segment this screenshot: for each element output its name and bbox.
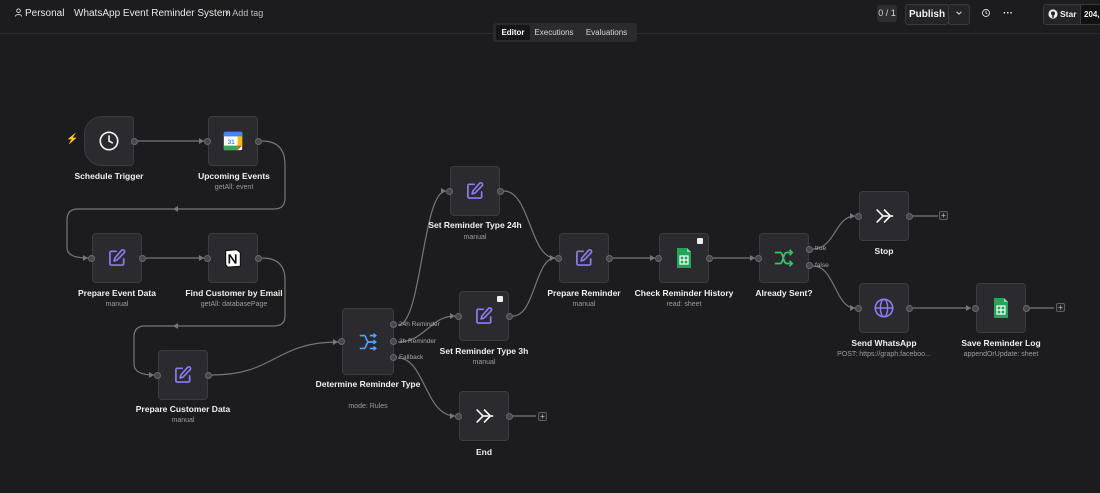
switch-icon [359, 332, 377, 351]
output-port-3h[interactable] [390, 338, 397, 345]
node-label: Save Reminder Log [961, 338, 1041, 348]
pin-icon [497, 296, 503, 302]
output-port[interactable] [506, 313, 513, 320]
node-find-customer[interactable] [208, 233, 258, 283]
output-port-false[interactable] [806, 262, 813, 269]
node-prepare-event-data[interactable] [92, 233, 142, 283]
output-port[interactable] [497, 188, 504, 195]
connection-line [397, 190, 447, 326]
add-node-button[interactable]: + [939, 211, 948, 220]
clock-icon [99, 131, 119, 151]
pencil-edit-icon [175, 366, 192, 383]
node-stop[interactable] [859, 191, 909, 241]
output-label: 3h Reminder [399, 338, 437, 345]
output-port-true[interactable] [806, 246, 813, 253]
input-port[interactable] [555, 255, 562, 262]
input-port[interactable] [154, 372, 161, 379]
globe-icon [874, 298, 894, 318]
arrow-marker [966, 305, 971, 311]
node-send-whatsapp[interactable] [859, 283, 909, 333]
input-port[interactable] [855, 305, 862, 312]
node-subtitle: manual [463, 234, 487, 241]
output-port[interactable] [706, 255, 713, 262]
input-port[interactable] [204, 138, 211, 145]
pencil-edit-icon [109, 249, 126, 266]
input-port[interactable] [204, 255, 211, 262]
output-port[interactable] [606, 255, 613, 262]
connection-line [812, 265, 856, 309]
output-port[interactable] [906, 305, 913, 312]
node-label: Upcoming Events [198, 171, 270, 181]
output-port-24h[interactable] [390, 321, 397, 328]
node-prepare-customer-data[interactable] [158, 350, 208, 400]
if-branch-icon [774, 249, 794, 267]
output-port[interactable] [139, 255, 146, 262]
input-port[interactable] [446, 188, 453, 195]
node-label: Prepare Customer Data [135, 404, 231, 414]
pin-icon [697, 238, 703, 244]
arrow-marker [173, 206, 178, 212]
output-label: false [815, 262, 829, 269]
node-label: End [475, 447, 493, 457]
input-port[interactable] [755, 255, 762, 262]
node-label: Determine Reminder Type [315, 379, 421, 389]
double-chevron-right-icon [476, 408, 494, 424]
input-port[interactable] [455, 413, 462, 420]
output-port-fallback[interactable] [390, 354, 397, 361]
trigger-bolt-icon: ⚡ [66, 134, 79, 145]
notion-icon [225, 249, 241, 268]
output-port[interactable] [205, 372, 212, 379]
add-node-button[interactable]: + [1056, 303, 1065, 312]
google-sheets-icon [677, 248, 691, 268]
output-port[interactable] [1023, 305, 1030, 312]
input-port[interactable] [855, 213, 862, 220]
output-label: 24h Reminder [399, 321, 440, 328]
node-subtitle: getAll: databasePage [200, 301, 268, 308]
node-save-reminder-log[interactable] [976, 283, 1026, 333]
input-port[interactable] [338, 338, 345, 345]
svg-text:31: 31 [228, 139, 236, 146]
node-end[interactable] [459, 391, 509, 441]
node-label: Set Reminder Type 24h [428, 220, 522, 230]
output-port[interactable] [131, 138, 138, 145]
google-calendar-icon: 31 [223, 131, 243, 151]
input-port[interactable] [455, 313, 462, 320]
node-label: Find Customer by Email [185, 288, 283, 298]
node-subtitle: manual [472, 359, 496, 366]
node-label: Schedule Trigger [74, 171, 144, 181]
double-chevron-right-icon [876, 208, 894, 224]
node-already-sent[interactable] [759, 233, 809, 283]
input-port[interactable] [972, 305, 979, 312]
input-port[interactable] [655, 255, 662, 262]
pencil-edit-icon [476, 307, 493, 324]
node-label: Set Reminder Type 3h [439, 346, 529, 356]
output-port[interactable] [255, 255, 262, 262]
output-port[interactable] [906, 213, 913, 220]
node-set-reminder-24h[interactable] [450, 166, 500, 216]
pencil-edit-icon [576, 249, 593, 266]
input-port[interactable] [88, 255, 95, 262]
node-upcoming-events[interactable]: 31 [208, 116, 258, 166]
node-subtitle: mode: Rules [348, 403, 388, 410]
node-subtitle: getAll: event [214, 184, 254, 191]
add-node-button[interactable]: + [538, 412, 547, 421]
node-label: Stop [874, 246, 894, 256]
node-label: Already Sent? [755, 288, 813, 298]
node-schedule-trigger[interactable] [84, 116, 134, 166]
node-subtitle: read: sheet [666, 301, 702, 308]
output-port[interactable] [255, 138, 262, 145]
node-prepare-reminder[interactable] [559, 233, 609, 283]
output-port[interactable] [506, 413, 513, 420]
node-subtitle: manual [171, 417, 195, 424]
connection-line [211, 341, 339, 376]
google-sheets-icon [994, 298, 1008, 318]
pencil-edit-icon [467, 182, 484, 199]
arrow-marker [173, 323, 178, 329]
node-determine-reminder-type[interactable] [342, 308, 394, 375]
node-subtitle: appendOrUpdate: sheet [963, 351, 1039, 358]
